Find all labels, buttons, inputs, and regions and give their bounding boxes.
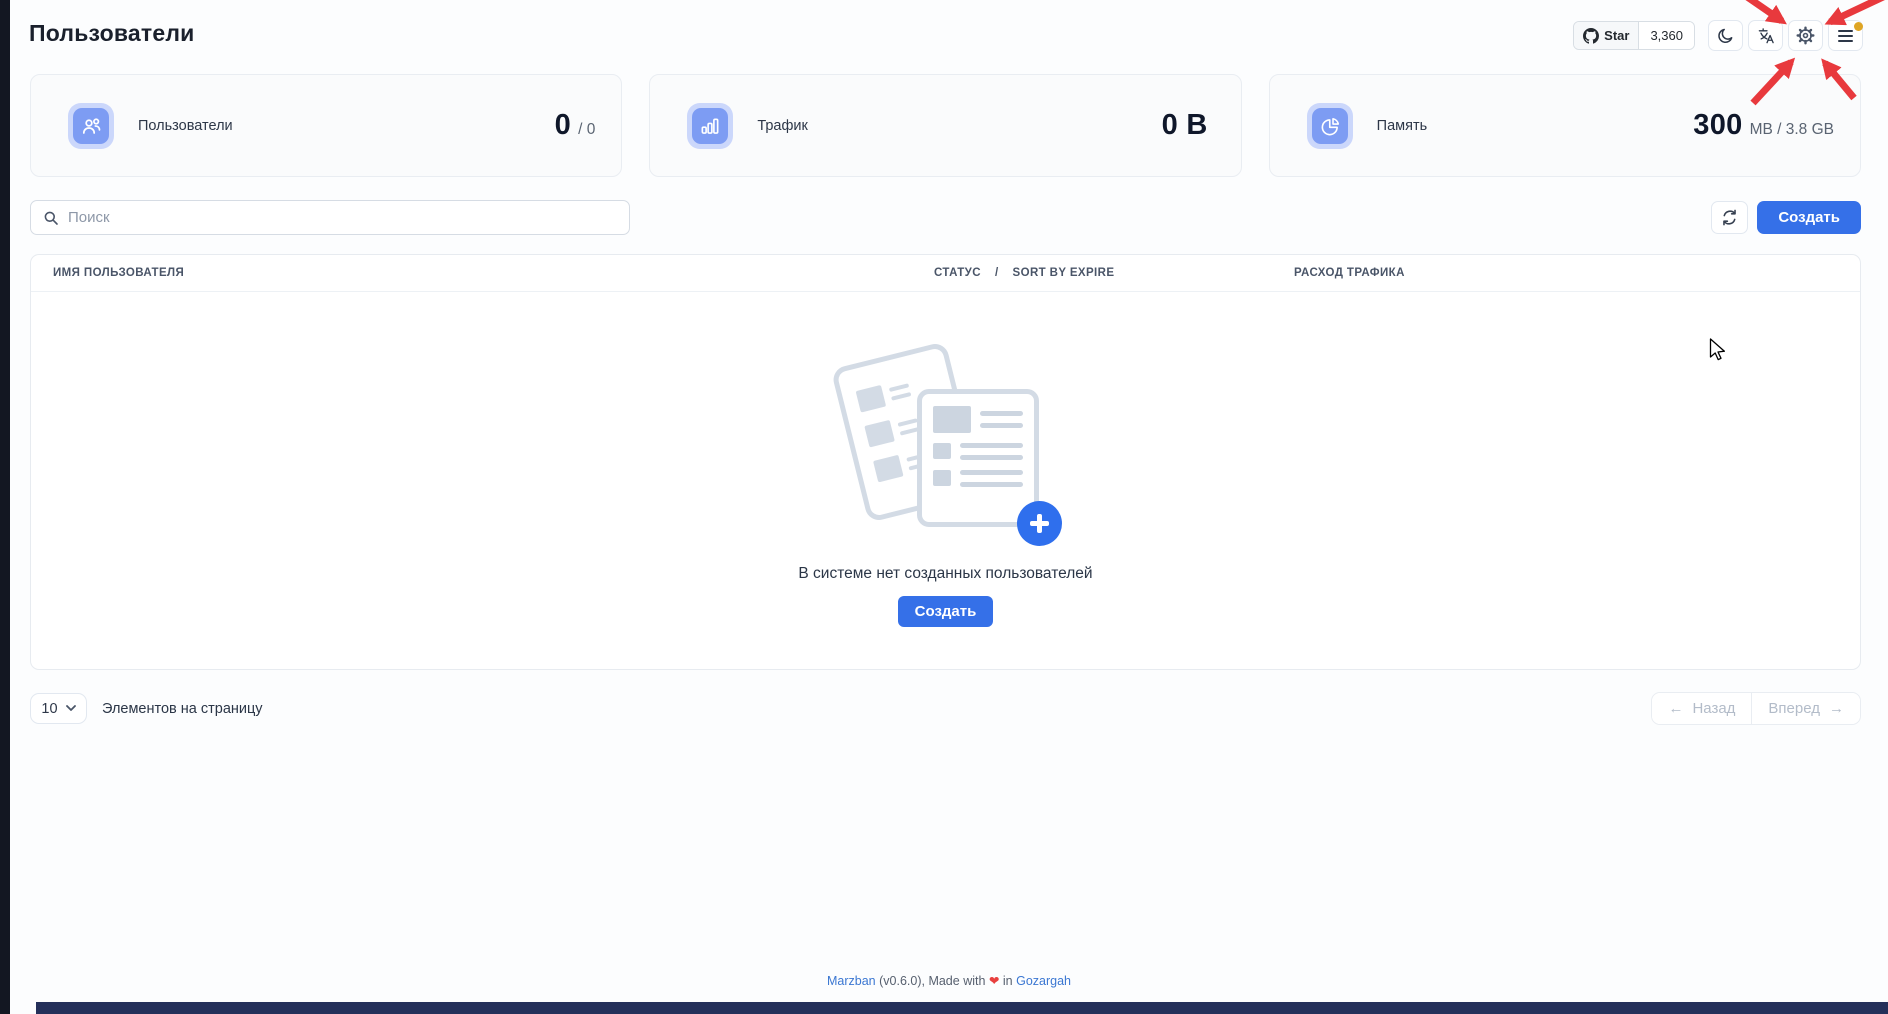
heart-icon: ❤ (989, 974, 999, 988)
marzban-link[interactable]: Marzban (827, 974, 876, 988)
column-header-status-sort[interactable]: СТАТУС / SORT BY EXPIRE (934, 255, 1114, 292)
stat-card-memory: Память 300 MB / 3.8 GB (1269, 74, 1861, 177)
empty-state-create-button[interactable]: Создать (898, 596, 994, 627)
chevron-down-icon (66, 705, 76, 712)
left-arrow-icon: ← (1668, 700, 1683, 717)
next-page-button[interactable]: Вперед → (1752, 693, 1860, 724)
empty-state-illustration (828, 349, 1063, 539)
github-star-label: Star (1604, 28, 1629, 43)
stat-label: Пользователи (138, 118, 233, 134)
github-star-button[interactable]: Star (1574, 22, 1639, 49)
stat-label: Память (1377, 118, 1428, 134)
table-empty-state: В системе нет созданных пользователей Со… (31, 292, 1860, 627)
users-icon (81, 116, 101, 136)
stat-value: 0 / 0 (555, 109, 596, 142)
github-octocat-icon (1583, 28, 1599, 44)
app-content: Пользователи Star 3,360 (10, 0, 1888, 1014)
table-header-row: ИМЯ ПОЛЬЗОВАТЕЛЯ СТАТУС / SORT BY EXPIRE… (31, 255, 1860, 292)
traffic-icon (700, 116, 720, 136)
column-header-sort-by-expire[interactable]: SORT BY EXPIRE (1013, 255, 1115, 292)
footer-in: in (1003, 974, 1016, 988)
search-box[interactable] (30, 200, 630, 235)
prev-page-button[interactable]: ← Назад (1652, 693, 1752, 724)
translate-icon (1757, 27, 1775, 45)
stats-row: Пользователи 0 / 0 Трафик 0 B (10, 51, 1888, 177)
page-size-value: 10 (41, 701, 57, 717)
pagination-row: 10 Элементов на страницу ← Назад Вперед … (30, 692, 1861, 725)
empty-state-message: В системе нет созданных пользователей (798, 565, 1092, 583)
stat-card-traffic: Трафик 0 B (649, 74, 1241, 177)
footer: Marzban (v0.6.0), Made with ❤ in Gozarga… (10, 973, 1888, 988)
github-star-widget[interactable]: Star 3,360 (1573, 21, 1695, 50)
bottom-edge-strip (36, 1002, 1888, 1014)
stat-card-users: Пользователи 0 / 0 (30, 74, 622, 177)
toolbar: Создать (10, 177, 1888, 235)
topbar-controls: Star 3,360 (1573, 20, 1863, 51)
topbar: Пользователи Star 3,360 (10, 0, 1888, 51)
column-header-separator: / (995, 255, 999, 292)
memory-icon (1320, 116, 1340, 136)
dark-mode-button[interactable] (1708, 20, 1743, 51)
refresh-icon (1721, 209, 1738, 226)
page-size-label: Элементов на страницу (102, 701, 263, 717)
right-arrow-icon: → (1829, 700, 1844, 717)
users-table: ИМЯ ПОЛЬЗОВАТЕЛЯ СТАТУС / SORT BY EXPIRE… (30, 254, 1861, 670)
add-user-fab[interactable] (1017, 501, 1062, 546)
marzban-users-page: Пользователи Star 3,360 (0, 0, 1888, 1014)
stat-value: 0 B (1162, 109, 1215, 142)
stat-value: 300 MB / 3.8 GB (1693, 109, 1834, 142)
gear-icon (1796, 26, 1815, 45)
settings-button[interactable] (1788, 20, 1823, 51)
refresh-button[interactable] (1711, 201, 1748, 234)
page-title: Пользователи (29, 20, 195, 47)
plus-icon (1030, 514, 1049, 533)
github-star-count[interactable]: 3,360 (1639, 22, 1694, 49)
search-icon (43, 210, 59, 226)
moon-icon (1717, 27, 1734, 44)
language-button[interactable] (1748, 20, 1783, 51)
gozargah-link[interactable]: Gozargah (1016, 974, 1071, 988)
document-front-graphic (917, 389, 1039, 527)
page-size-select[interactable]: 10 (30, 693, 87, 724)
hamburger-icon (1838, 30, 1853, 42)
create-button[interactable]: Создать (1757, 201, 1861, 234)
column-header-traffic-usage[interactable]: РАСХОД ТРАФИКА (1294, 255, 1405, 292)
notification-dot (1854, 22, 1863, 31)
column-header-username[interactable]: ИМЯ ПОЛЬЗОВАТЕЛЯ (53, 255, 184, 292)
search-input[interactable] (68, 209, 617, 226)
stat-label: Трафик (757, 118, 808, 134)
pagination-nav: ← Назад Вперед → (1651, 692, 1861, 725)
column-header-status[interactable]: СТАТУС (934, 255, 981, 292)
left-edge-strip (0, 0, 10, 1014)
footer-text: (v0.6.0), Made with (879, 974, 989, 988)
